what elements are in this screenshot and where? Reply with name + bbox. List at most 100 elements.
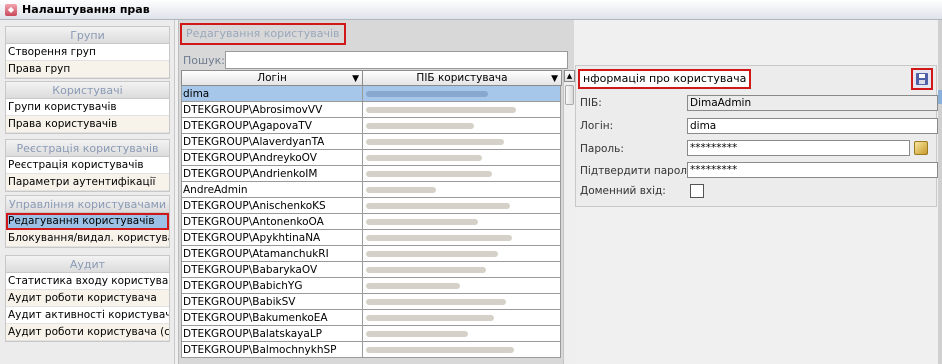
table-row[interactable]: DTEKGROUP\BabarykaOV	[181, 262, 561, 278]
fullname-cell-redacted[interactable]	[363, 262, 561, 278]
table-row[interactable]: DTEKGROUP\AntonenkoOA	[181, 214, 561, 230]
login-cell[interactable]: DTEKGROUP\ApykhtinaNA	[181, 230, 363, 246]
nav-item-login-stats[interactable]: Статистика входу користувачів	[6, 273, 169, 290]
fullname-cell-redacted[interactable]	[363, 278, 561, 294]
left-nav-panel: Групи Створення груп Права груп Користув…	[0, 20, 175, 364]
fullname-cell-redacted[interactable]	[363, 134, 561, 150]
login-cell[interactable]: DTEKGROUP\AndrienkoIM	[181, 166, 363, 182]
redacted-text	[366, 235, 512, 241]
field-label-fullname: ПІБ:	[580, 97, 602, 109]
table-row[interactable]: DTEKGROUP\BalatskayaLP	[181, 326, 561, 342]
confirm-password-field[interactable]: *********	[687, 162, 938, 178]
password-generate-icon[interactable]	[914, 141, 928, 155]
fullname-cell-redacted[interactable]	[363, 166, 561, 182]
nav-item-create-groups[interactable]: Створення груп	[6, 44, 169, 61]
login-cell[interactable]: DTEKGROUP\AlaverdyanTA	[181, 134, 363, 150]
scroll-thumb[interactable]	[565, 85, 574, 105]
fullname-field[interactable]: DimaAdmin	[687, 95, 938, 111]
table-row[interactable]: DTEKGROUP\AtamanchukRI	[181, 246, 561, 262]
field-label-confirm-password: Підтвердити пароль:	[580, 165, 697, 177]
window-titlebar: ◆ Налаштування прав	[0, 0, 942, 20]
save-button[interactable]	[911, 68, 933, 90]
login-cell[interactable]: DTEKGROUP\AntonenkoOA	[181, 214, 363, 230]
login-cell[interactable]: DTEKGROUP\BabichYG	[181, 278, 363, 294]
search-input[interactable]	[225, 51, 568, 69]
nav-item-activity-audit[interactable]: Аудит активності користувача	[6, 307, 169, 324]
login-cell[interactable]: DTEKGROUP\AtamanchukRI	[181, 246, 363, 262]
fullname-cell-redacted[interactable]	[363, 182, 561, 198]
table-row[interactable]: DTEKGROUP\AnischenkoKS	[181, 198, 561, 214]
right-edge-panel	[938, 20, 942, 364]
table-row[interactable]: AndreAdmin	[181, 182, 561, 198]
table-row[interactable]: DTEKGROUP\BalmochnykhSP	[181, 342, 561, 358]
redacted-text	[366, 155, 482, 161]
domain-login-checkbox[interactable]	[690, 184, 704, 198]
fullname-cell-redacted[interactable]	[363, 102, 561, 118]
nav-item-auth-params[interactable]: Параметри аутентифікації	[6, 174, 169, 191]
nav-group-groups: Групи Створення груп Права груп	[5, 26, 170, 79]
login-cell[interactable]: DTEKGROUP\AndreykoOV	[181, 150, 363, 166]
grid-body: dima DTEKGROUP\AbrosimovVV DTEKGROUP\Agapo…	[181, 86, 561, 358]
dropdown-arrow-icon[interactable]: ▼	[352, 72, 359, 87]
login-cell[interactable]: DTEKGROUP\BalatskayaLP	[181, 326, 363, 342]
fullname-cell-redacted[interactable]	[363, 86, 561, 102]
table-row[interactable]: DTEKGROUP\BakumenkoEA	[181, 310, 561, 326]
table-row[interactable]: DTEKGROUP\AndreykoOV	[181, 150, 561, 166]
login-cell[interactable]: DTEKGROUP\AnischenkoKS	[181, 198, 363, 214]
table-row[interactable]: DTEKGROUP\AlaverdyanTA	[181, 134, 561, 150]
nav-group-registration: Реєстрація користувачів Реєстрація корис…	[5, 139, 170, 192]
scroll-up-arrow-icon[interactable]: ▲	[564, 70, 575, 82]
fullname-cell-redacted[interactable]	[363, 342, 561, 358]
redacted-text	[366, 331, 468, 337]
redacted-text	[366, 299, 506, 305]
column-header-login[interactable]: Логін ▼	[181, 70, 363, 86]
table-row[interactable]: DTEKGROUP\AndrienkoIM	[181, 166, 561, 182]
nav-item-user-audit[interactable]: Аудит роботи користувача	[6, 290, 169, 307]
floppy-disk-icon	[916, 73, 928, 85]
fullname-cell-redacted[interactable]	[363, 326, 561, 342]
table-row[interactable]: DTEKGROUP\BabichYG	[181, 278, 561, 294]
fullname-cell-redacted[interactable]	[363, 150, 561, 166]
nav-group-audit: Аудит Статистика входу користувачів Ауди…	[5, 255, 170, 342]
table-row[interactable]: DTEKGROUP\ApykhtinaNA	[181, 230, 561, 246]
login-cell[interactable]: DTEKGROUP\AgapovaTV	[181, 118, 363, 134]
field-label-domain-login: Доменний вхід:	[580, 185, 666, 197]
login-cell[interactable]: DTEKGROUP\BakumenkoEA	[181, 310, 363, 326]
login-field[interactable]: dima	[687, 118, 938, 134]
table-row[interactable]: DTEKGROUP\AgapovaTV	[181, 118, 561, 134]
login-cell[interactable]: AndreAdmin	[181, 182, 363, 198]
nav-item-group-rights[interactable]: Права груп	[6, 61, 169, 78]
table-row[interactable]: DTEKGROUP\AbrosimovVV	[181, 102, 561, 118]
fullname-cell-redacted[interactable]	[363, 246, 561, 262]
table-row[interactable]: DTEKGROUP\BabikSV	[181, 294, 561, 310]
search-label: Пошук:	[183, 54, 225, 67]
redacted-text	[366, 107, 516, 113]
nav-item-old-audit[interactable]: Аудит роботи користувача (стари	[6, 324, 169, 341]
password-field[interactable]: *********	[687, 140, 910, 156]
fullname-cell-redacted[interactable]	[363, 294, 561, 310]
login-cell[interactable]: DTEKGROUP\BabikSV	[181, 294, 363, 310]
edge-tab[interactable]	[938, 90, 942, 104]
fullname-cell-redacted[interactable]	[363, 118, 561, 134]
dropdown-arrow-icon[interactable]: ▼	[551, 72, 558, 87]
grid-scrollbar[interactable]: ▲	[563, 70, 575, 364]
login-cell[interactable]: DTEKGROUP\BabarykaOV	[181, 262, 363, 278]
login-cell[interactable]: dima	[181, 86, 363, 102]
users-list-panel: Редагування користувачів Пошук: Логін ▼ …	[178, 20, 575, 364]
fullname-cell-redacted[interactable]	[363, 310, 561, 326]
table-row[interactable]: dima	[181, 86, 561, 102]
nav-item-block-users[interactable]: Блокування/видал. користувачів	[6, 230, 169, 247]
column-header-fullname[interactable]: ПІБ користувача ▼	[362, 70, 562, 86]
nav-item-user-rights[interactable]: Права користувачів	[6, 116, 169, 133]
nav-item-user-registration[interactable]: Реєстрація користувачів	[6, 157, 169, 174]
details-header: нформація про користувача	[578, 68, 933, 90]
login-cell[interactable]: DTEKGROUP\AbrosimovVV	[181, 102, 363, 118]
nav-item-user-groups[interactable]: Групи користувачів	[6, 99, 169, 116]
fullname-cell-redacted[interactable]	[363, 230, 561, 246]
nav-item-edit-users[interactable]: Редагування користувачів	[6, 213, 169, 230]
fullname-cell-redacted[interactable]	[363, 214, 561, 230]
redacted-text	[366, 251, 498, 257]
users-grid: Логін ▼ ПІБ користувача ▼ dima DTEKGROUP\…	[181, 70, 575, 364]
fullname-cell-redacted[interactable]	[363, 198, 561, 214]
login-cell[interactable]: DTEKGROUP\BalmochnykhSP	[181, 342, 363, 358]
